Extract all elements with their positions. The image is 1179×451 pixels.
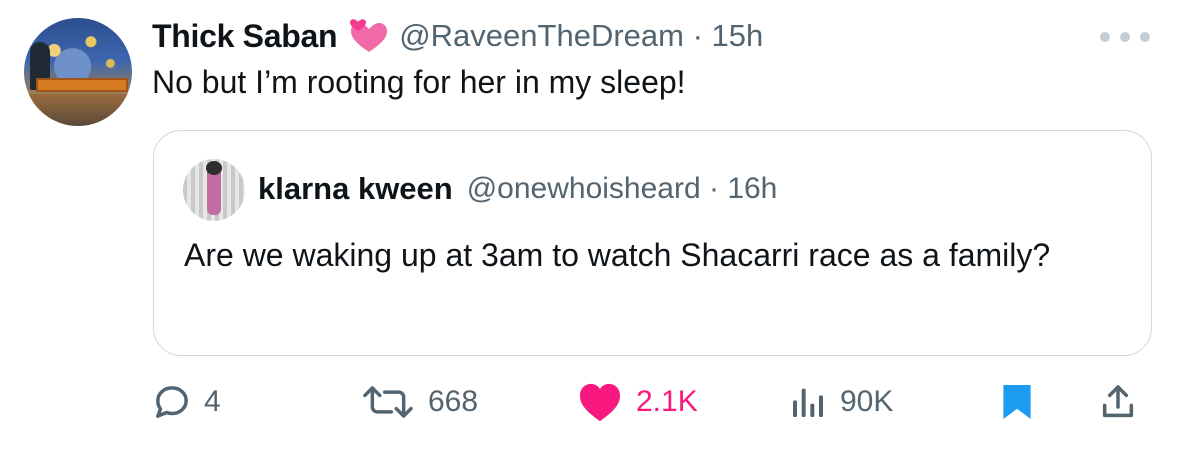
action-bar: 4 668 2.1K 90K (0, 374, 1179, 430)
retweet-count: 668 (428, 385, 479, 418)
quoted-author-name[interactable]: klarna kween (258, 171, 453, 207)
reply-count: 4 (204, 385, 221, 418)
more-dot (1120, 32, 1130, 42)
reply-icon (152, 382, 192, 422)
heart-icon (576, 381, 624, 423)
avatar-head-shape (206, 161, 222, 175)
retweet-button[interactable]: 668 (360, 374, 478, 430)
avatar-building-shape (36, 78, 128, 92)
share-icon (1098, 382, 1138, 422)
avatar-ground-shape (24, 94, 132, 126)
bookmark-icon (1000, 381, 1034, 423)
like-count: 2.1K (636, 385, 698, 418)
bookmark-button[interactable] (1000, 374, 1034, 430)
quoted-tweet-text: Are we waking up at 3am to watch Shacarr… (184, 237, 1051, 273)
quoted-tweet-header: klarna kween @onewhoisheard · 16h (258, 171, 777, 207)
more-dot (1140, 32, 1150, 42)
author-name[interactable]: Thick Saban (152, 18, 338, 55)
retweet-icon (360, 382, 416, 422)
quoted-tweet-card[interactable]: klarna kween @onewhoisheard · 16h Are we… (153, 130, 1152, 356)
tweet-header: Thick Saban @RaveenTheDream · 15h (152, 16, 763, 56)
reply-button[interactable]: 4 (152, 374, 221, 430)
views-icon (788, 382, 828, 422)
views-button[interactable]: 90K (788, 374, 893, 430)
more-icon[interactable] (1100, 22, 1150, 52)
views-count: 90K (840, 385, 894, 418)
share-button[interactable] (1098, 374, 1138, 430)
tweet-text: No but I’m rooting for her in my sleep! (152, 64, 686, 100)
like-button[interactable]: 2.1K (576, 374, 698, 430)
more-dot (1100, 32, 1110, 42)
quoted-author-handle-time[interactable]: @onewhoisheard · 16h (467, 172, 778, 206)
author-avatar[interactable] (24, 18, 132, 126)
author-handle-time[interactable]: @RaveenTheDream · 15h (399, 18, 763, 54)
quoted-author-avatar[interactable] (183, 159, 245, 221)
two-hearts-emoji (347, 18, 388, 54)
